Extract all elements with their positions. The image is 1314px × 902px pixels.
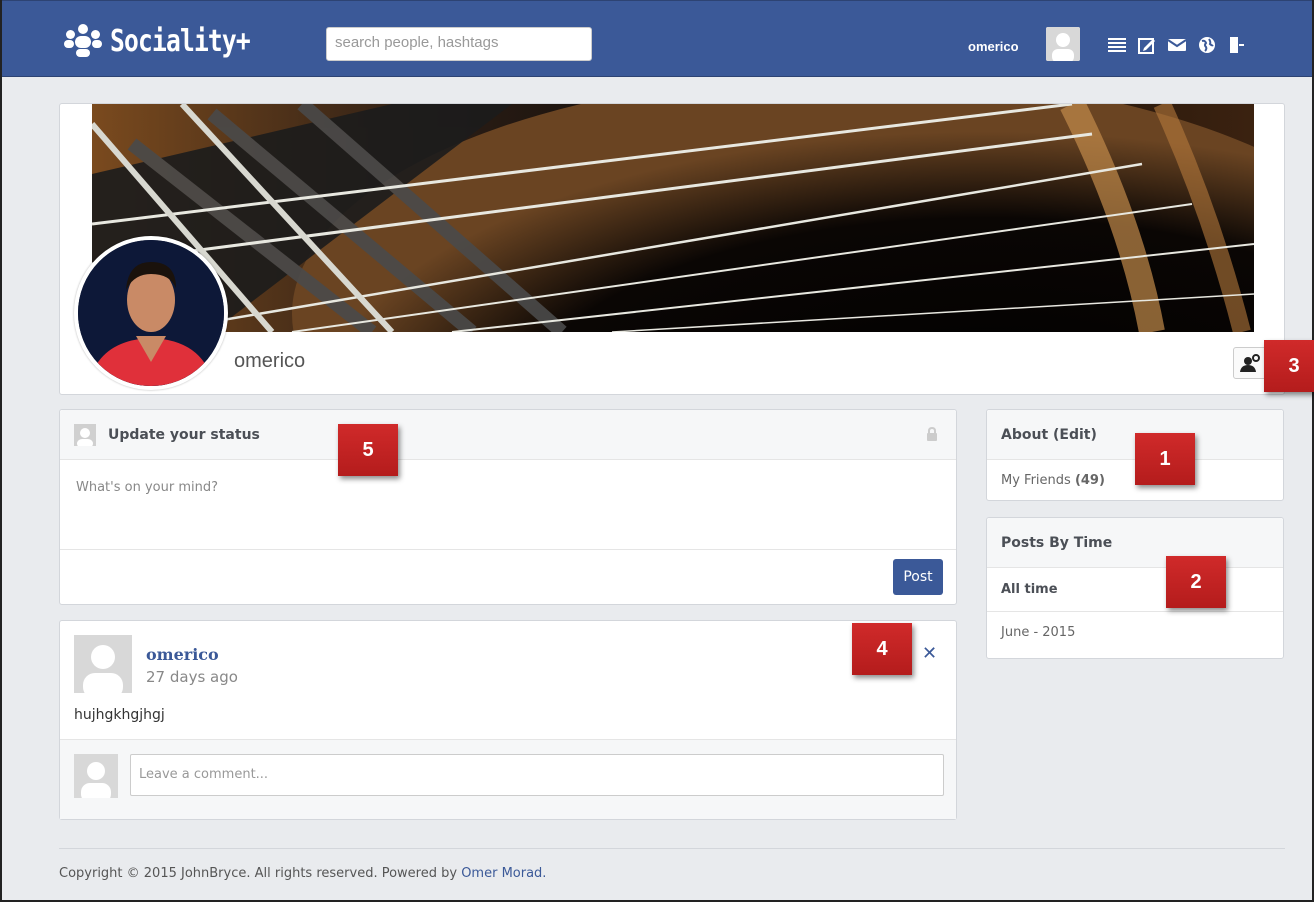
comment-input[interactable]: Leave a comment... [130,754,944,796]
annotation-badge-2: 2 [1166,556,1226,608]
footer-author-link[interactable]: Omer Morad. [461,866,546,881]
nav-icons [1102,33,1252,57]
filter-all-time[interactable]: All time [987,568,1283,612]
nav-username[interactable]: omerico [968,39,1019,54]
logout-icon[interactable] [1222,33,1252,57]
annotation-badge-1: 1 [1135,433,1195,485]
post-author-link[interactable]: omerico [146,645,219,664]
app-name: Sociality+ [110,23,251,59]
post-author-avatar[interactable] [74,635,132,693]
status-update-card: Update your status What's on your mind? … [59,409,957,605]
globe-icon[interactable] [1192,33,1222,57]
footer: Copyright © 2015 JohnBryce. All rights r… [59,866,546,881]
footer-divider [59,848,1285,849]
footer-text: Copyright © 2015 JohnBryce. All rights r… [59,866,458,881]
status-title: Update your status [108,426,260,443]
friends-count: (49) [1074,472,1105,488]
top-navbar: Sociality+ search people, hashtags omeri… [2,0,1312,77]
profile-picture[interactable] [74,236,228,390]
post-card: omerico 27 days ago ✕ hujhgkhgjhgj Leave… [59,620,957,820]
app-logo[interactable]: Sociality+ [64,21,281,61]
search-input[interactable]: search people, hashtags [326,27,592,61]
cover-photo [92,104,1254,332]
nav-avatar[interactable] [1046,27,1080,61]
annotation-badge-4: 4 [852,623,912,675]
posts-by-time-title: Posts By Time [987,518,1283,568]
comment-area: Leave a comment... [60,739,956,819]
profile-settings-button[interactable] [1233,347,1267,379]
annotation-badge-5: 5 [338,424,398,476]
mail-icon[interactable] [1162,33,1192,57]
user-settings-icon [1240,354,1260,372]
user-avatar-icon [74,423,96,446]
filter-june-2015[interactable]: June - 2015 [987,612,1283,652]
post-time: 27 days ago [146,668,238,686]
post-button[interactable]: Post [893,559,943,595]
comment-avatar [74,754,118,798]
posts-by-time-card: Posts By Time All time June - 2015 [986,517,1284,659]
status-header: Update your status [60,410,956,460]
edit-icon[interactable] [1132,33,1162,57]
list-icon[interactable] [1102,33,1132,57]
post-text: hujhgkhgjhgj [74,707,165,723]
people-logo-icon [64,24,102,58]
friends-label: My Friends [1001,472,1071,488]
close-icon[interactable]: ✕ [922,643,937,664]
profile-header-card: omerico [59,103,1285,395]
lock-icon[interactable] [926,426,938,445]
profile-name: omerico [234,350,306,372]
annotation-badge-3: 3 [1264,340,1314,392]
status-input[interactable]: What's on your mind? [60,460,956,550]
